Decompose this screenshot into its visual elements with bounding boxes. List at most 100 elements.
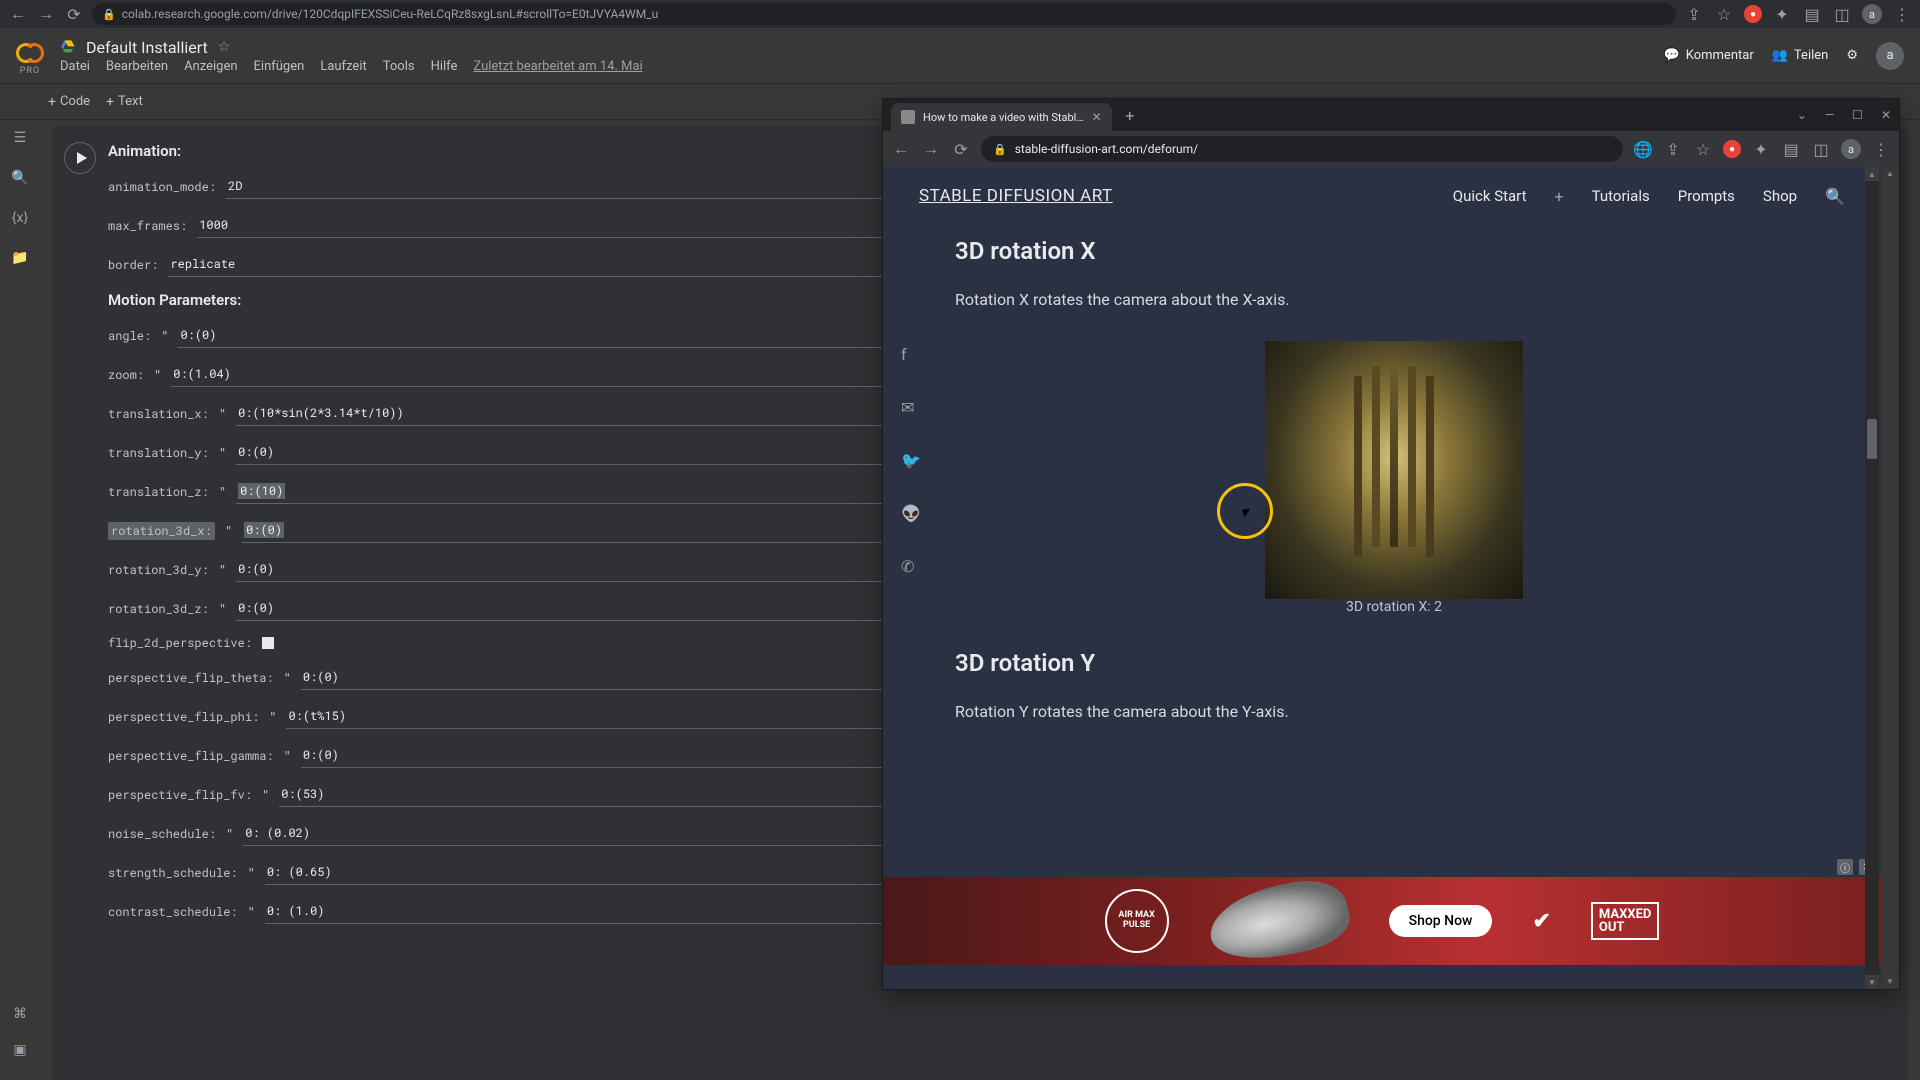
profile-avatar[interactable]: a: [1862, 4, 1882, 24]
star-icon[interactable]: ☆: [1714, 4, 1734, 24]
sub-forward-button[interactable]: →: [921, 139, 941, 159]
ad-shop-now-button[interactable]: Shop Now: [1389, 905, 1493, 937]
sub-address-bar[interactable]: 🔒 stable-diffusion-art.com/deforum/: [981, 136, 1623, 162]
comment-button[interactable]: 💬 Kommentar: [1664, 48, 1754, 63]
menu-tools[interactable]: Tools: [383, 59, 415, 74]
share-button[interactable]: 👥 Teilen: [1772, 48, 1829, 63]
star-icon[interactable]: ☆: [218, 39, 231, 55]
minimize-icon[interactable]: —: [1825, 108, 1834, 122]
nav-expand-icon[interactable]: +: [1555, 187, 1564, 206]
notebook-title[interactable]: Default Installiert: [86, 38, 208, 57]
colab-logo[interactable]: PRO: [16, 36, 44, 76]
article-content: STABLE DIFFUSION ART Quick Start + Tutor…: [883, 167, 1881, 989]
menu-anzeigen[interactable]: Anzeigen: [184, 59, 237, 74]
strip-down-icon[interactable]: ▼: [1881, 975, 1899, 989]
sub-toolbar: ← → ⟳ 🔒 stable-diffusion-art.com/deforum…: [883, 131, 1899, 167]
left-sidebar: ☰ 🔍 {x} 📁 ⌘ ▣: [0, 120, 40, 1080]
sub-extensions-icon[interactable]: ✦: [1751, 140, 1771, 159]
ad-maxxed-out: MAXXED OUT: [1591, 902, 1660, 940]
param-label: angle:: [108, 328, 151, 344]
translate-icon[interactable]: 🌐: [1633, 140, 1653, 159]
tab-close-icon[interactable]: ✕: [1092, 110, 1102, 124]
pro-badge: PRO: [20, 66, 40, 76]
param-label: max_frames:: [108, 218, 187, 234]
menu-bearbeiten[interactable]: Bearbeiten: [106, 59, 168, 74]
scroll-thumb[interactable]: [1867, 419, 1877, 459]
sub-share-icon[interactable]: ⇪: [1663, 140, 1683, 159]
share-email-icon[interactable]: ✉: [901, 398, 921, 417]
menu-icon[interactable]: ⋮: [1892, 4, 1912, 24]
add-text-button[interactable]: + Text: [106, 94, 143, 110]
article-scrollbar[interactable]: ▲ ▼: [1865, 167, 1879, 989]
param-label: perspective_flip_gamma:: [108, 748, 274, 764]
nav-tutorials[interactable]: Tutorials: [1592, 187, 1650, 205]
sub-menu-icon[interactable]: ⋮: [1871, 140, 1891, 159]
share-whatsapp-icon[interactable]: ✆: [901, 557, 921, 576]
address-bar[interactable]: 🔒 colab.research.google.com/drive/120Cdq…: [92, 3, 1676, 25]
reload-button[interactable]: ⟳: [64, 4, 84, 24]
new-tab-button[interactable]: +: [1118, 103, 1142, 127]
param-label: translation_y:: [108, 445, 209, 461]
menu-laufzeit[interactable]: Laufzeit: [320, 59, 366, 74]
nav-prompts[interactable]: Prompts: [1678, 187, 1735, 205]
scroll-down-icon[interactable]: ▼: [1865, 975, 1879, 989]
share-twitter-icon[interactable]: 🐦: [901, 451, 921, 470]
maximize-icon[interactable]: ☐: [1852, 108, 1863, 122]
sub-titlebar: How to make a video with Stabl… ✕ + ⌄ — …: [883, 99, 1899, 131]
variables-icon[interactable]: {x}: [10, 208, 30, 228]
toc-icon[interactable]: ☰: [10, 128, 30, 148]
ad-info-icon[interactable]: ⓘ: [1837, 859, 1853, 875]
nav-shop[interactable]: Shop: [1763, 187, 1797, 205]
heading-3d-rotation-y: 3D rotation Y: [955, 649, 1833, 677]
param-label: perspective_flip_theta:: [108, 670, 274, 686]
extension-badge[interactable]: ●: [1744, 5, 1762, 23]
terminal-icon[interactable]: ▣: [10, 1040, 30, 1060]
ad-banner[interactable]: ⓘ ✕ AIR MAX PULSE Shop Now ✔ MAXXED OUT: [883, 877, 1881, 965]
param-label: translation_z:: [108, 484, 209, 500]
sidepanel-icon[interactable]: ◫: [1832, 4, 1852, 24]
command-palette-icon[interactable]: ⌘: [10, 1004, 30, 1024]
sub-reading-list-icon[interactable]: ▤: [1781, 140, 1801, 159]
gear-icon: ⚙: [1846, 48, 1858, 63]
settings-button[interactable]: ⚙: [1846, 48, 1858, 63]
close-window-icon[interactable]: ✕: [1881, 108, 1891, 122]
sub-back-button[interactable]: ←: [891, 139, 911, 159]
strip-up-icon[interactable]: ▲: [1881, 167, 1899, 181]
paragraph-rotation-x: Rotation X rotates the camera about the …: [955, 287, 1833, 313]
back-button[interactable]: ←: [8, 4, 28, 24]
forward-button[interactable]: →: [36, 4, 56, 24]
sub-extension-badge[interactable]: ●: [1723, 140, 1741, 158]
sub-profile-avatar[interactable]: a: [1841, 139, 1861, 159]
rotation-x-image: [1265, 341, 1523, 599]
param-label: rotation_3d_z:: [108, 601, 209, 617]
sub-reload-button[interactable]: ⟳: [951, 140, 971, 159]
last-edited[interactable]: Zuletzt bearbeitet am 14. Mai: [473, 59, 642, 74]
reading-list-icon[interactable]: ▤: [1802, 4, 1822, 24]
chevron-down-icon[interactable]: ⌄: [1797, 108, 1807, 122]
menu-hilfe[interactable]: Hilfe: [431, 59, 458, 74]
nav-quick-start[interactable]: Quick Start: [1453, 187, 1527, 205]
menu-bar: Datei Bearbeiten Anzeigen Einfügen Laufz…: [60, 59, 1664, 74]
files-icon[interactable]: 📁: [10, 248, 30, 268]
site-search-icon[interactable]: 🔍: [1825, 187, 1845, 206]
site-logo[interactable]: STABLE DIFFUSION ART: [919, 186, 1113, 206]
user-avatar[interactable]: a: [1876, 42, 1904, 70]
share-facebook-icon[interactable]: f: [901, 345, 921, 364]
sub-sidepanel-icon[interactable]: ◫: [1811, 140, 1831, 159]
flip-2d-perspective-checkbox[interactable]: [262, 637, 274, 649]
menu-einfuegen[interactable]: Einfügen: [254, 59, 305, 74]
extensions-icon[interactable]: ✦: [1772, 4, 1792, 24]
paragraph-rotation-y: Rotation Y rotates the camera about the …: [955, 699, 1833, 725]
tab-favicon: [901, 110, 915, 124]
sub-star-icon[interactable]: ☆: [1693, 140, 1713, 159]
browser-tab[interactable]: How to make a video with Stabl… ✕: [891, 103, 1112, 131]
cursor-highlight: [1217, 483, 1273, 539]
share-icon[interactable]: ⇪: [1684, 4, 1704, 24]
share-reddit-icon[interactable]: 👽: [901, 504, 921, 523]
add-code-button[interactable]: + Code: [48, 94, 90, 110]
site-header: STABLE DIFFUSION ART Quick Start + Tutor…: [883, 167, 1881, 225]
run-cell-button[interactable]: [64, 142, 96, 174]
menu-datei[interactable]: Datei: [60, 59, 90, 74]
sub-url-text: stable-diffusion-art.com/deforum/: [1015, 142, 1198, 156]
search-icon[interactable]: 🔍: [10, 168, 30, 188]
